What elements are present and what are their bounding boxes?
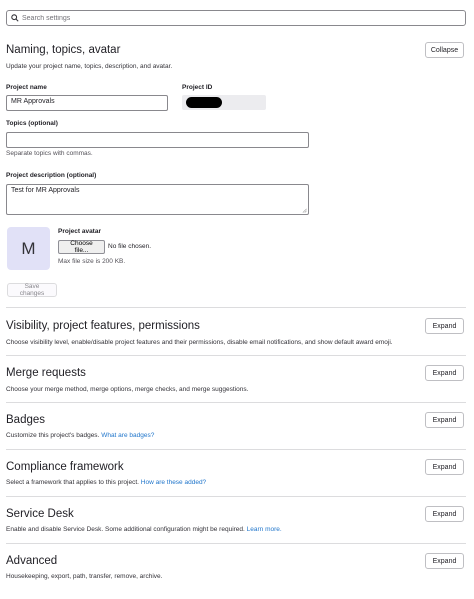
project-id-label: Project ID — [182, 84, 213, 91]
section-title-merge-requests: Merge requests — [6, 367, 86, 379]
expand-button-badges[interactable]: Expand — [425, 412, 464, 428]
section-divider — [6, 307, 466, 308]
section-description-merge-requests: Choose your merge method, merge options,… — [6, 386, 249, 393]
project-name-label: Project name — [6, 84, 47, 91]
topics-hint: Separate topics with commas. — [6, 150, 93, 157]
collapse-button[interactable]: Collapse — [425, 42, 464, 58]
topics-input[interactable] — [6, 132, 309, 148]
resize-handle-icon[interactable] — [302, 208, 307, 213]
choose-file-button[interactable]: Choose file... — [58, 240, 105, 254]
expand-button-merge-requests[interactable]: Expand — [425, 365, 464, 381]
search-icon — [11, 14, 19, 22]
avatar: M — [7, 227, 50, 270]
section-divider — [6, 496, 466, 497]
section-title-naming: Naming, topics, avatar — [6, 44, 121, 56]
section-divider — [6, 449, 466, 450]
topics-label: Topics (optional) — [6, 120, 58, 127]
search-settings[interactable] — [6, 10, 466, 26]
section-title-advanced: Advanced — [6, 555, 58, 567]
project-name-input[interactable]: MR Approvals — [6, 95, 168, 111]
section-description-service-desk: Enable and disable Service Desk. Some ad… — [6, 526, 282, 533]
max-file-size-hint: Max file size is 200 KB. — [58, 258, 126, 265]
no-file-text: No file chosen. — [108, 243, 151, 250]
expand-button-compliance[interactable]: Expand — [425, 459, 464, 475]
section-divider — [6, 402, 466, 403]
section-divider — [6, 355, 466, 356]
expand-button-visibility[interactable]: Expand — [425, 318, 464, 334]
section-title-badges: Badges — [6, 414, 46, 426]
section-description-naming: Update your project name, topics, descri… — [6, 63, 173, 70]
avatar-letter: M — [21, 238, 36, 258]
project-avatar-label: Project avatar — [58, 228, 101, 235]
how-are-these-added-link[interactable]: How are these added? — [141, 479, 206, 486]
save-changes-button[interactable]: Save changes — [7, 283, 57, 297]
section-description-visibility: Choose visibility level, enable/disable … — [6, 339, 393, 346]
what-are-badges-link[interactable]: What are badges? — [101, 432, 154, 439]
expand-button-service-desk[interactable]: Expand — [425, 506, 464, 522]
section-description-badges: Customize this project's badges. What ar… — [6, 432, 155, 439]
project-description-textarea[interactable]: Test for MR Approvals — [6, 184, 309, 215]
section-divider — [6, 543, 466, 544]
section-title-visibility: Visibility, project features, permission… — [6, 320, 200, 332]
section-description-advanced: Housekeeping, export, path, transfer, re… — [6, 573, 163, 580]
section-description-compliance: Select a framework that applies to this … — [6, 479, 207, 486]
project-description-label: Project description (optional) — [6, 172, 97, 179]
search-input[interactable] — [19, 12, 419, 24]
section-title-compliance: Compliance framework — [6, 461, 124, 473]
redaction-mark — [186, 97, 222, 108]
learn-more-link[interactable]: Learn more. — [247, 526, 282, 533]
section-title-service-desk: Service Desk — [6, 508, 74, 520]
expand-button-advanced[interactable]: Expand — [425, 553, 464, 569]
